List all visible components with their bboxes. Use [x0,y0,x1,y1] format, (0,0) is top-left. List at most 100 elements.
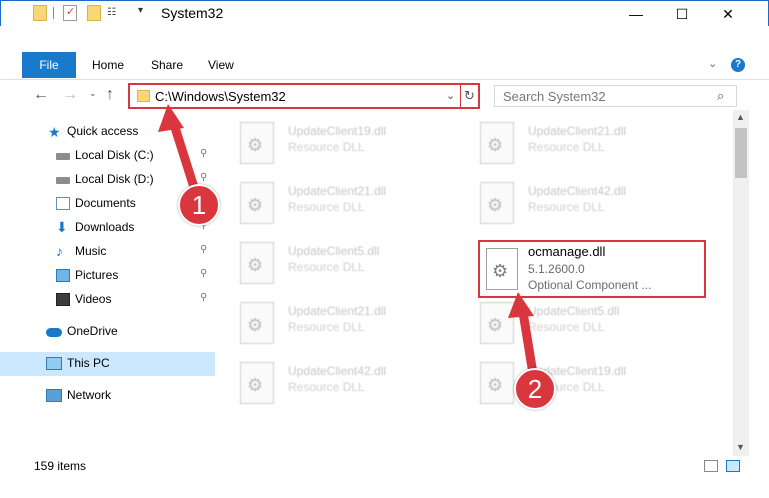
file-type: Resource DLL [528,140,605,154]
forward-arrow-icon[interactable]: → [62,86,78,104]
pin-icon[interactable]: ⚲ [200,172,207,183]
sidebar-item-videos[interactable]: Videos ⚲ [0,288,215,312]
file-item[interactable]: UpdateClient21.dll Resource DLL [220,296,450,352]
pin-icon[interactable]: ⚲ [200,244,207,255]
toolbar-divider [53,7,54,19]
properties-icon[interactable] [63,5,77,21]
dll-file-icon [240,302,274,344]
file-name: UpdateClient21.dll [288,184,387,198]
back-arrow-icon[interactable]: ← [33,86,49,104]
sidebar-item-music[interactable]: ♪ Music ⚲ [0,240,215,264]
scroll-thumb[interactable] [735,128,747,178]
highlighted-file-ocmanage[interactable]: ocmanage.dll 5.1.2600.0 Optional Compone… [478,240,706,298]
file-item[interactable]: UpdateClient42.dll Resource DLL [220,356,450,412]
search-placeholder: Search System32 [503,89,606,104]
dll-file-icon [480,182,514,224]
file-list: UpdateClient19.dll Resource DLL UpdateCl… [220,114,732,444]
large-icons-view-icon[interactable] [726,460,740,472]
sidebar-item-onedrive[interactable]: OneDrive [0,320,215,344]
details-view-icon[interactable] [704,460,718,472]
file-item[interactable]: UpdateClient19.dll Resource DLL [460,356,690,412]
file-item[interactable]: UpdateClient5.dll Resource DLL [460,296,690,352]
sidebar-item-label: Downloads [75,220,135,234]
address-divider [460,85,461,107]
maximize-button[interactable]: ☐ [659,1,705,27]
close-button[interactable]: ✕ [705,1,751,27]
sidebar-item-label: This PC [67,356,110,370]
tab-view[interactable]: View [208,52,234,78]
file-item[interactable]: UpdateClient21.dll Resource DLL [460,116,690,172]
minimize-button[interactable]: — [613,1,659,27]
sidebar-item-label: Videos [75,292,112,306]
pin-icon[interactable]: ⚲ [200,292,207,303]
sidebar-item-quick-access[interactable]: ★ Quick access [0,120,215,144]
file-name: UpdateClient5.dll [528,304,620,318]
scroll-down-icon[interactable]: ▼ [736,442,745,452]
refresh-icon[interactable]: ↻ [464,88,475,104]
videos-icon [56,293,70,306]
star-icon: ★ [48,124,61,140]
documents-icon [56,197,70,210]
expand-ribbon-icon[interactable]: ⌄ [708,57,717,70]
sidebar-item-label: Music [75,244,107,258]
file-item[interactable]: UpdateClient5.dll Resource DLL [220,236,450,292]
sidebar-item-local-disk-d[interactable]: Local Disk (D:) ⚲ [0,168,215,192]
file-name: UpdateClient42.dll [528,184,627,198]
file-type: Resource DLL [288,320,365,334]
status-bar: 159 items [0,456,769,478]
help-icon[interactable]: ? [731,58,745,72]
tab-share[interactable]: Share [151,52,183,78]
file-item[interactable]: UpdateClient19.dll Resource DLL [220,116,450,172]
folder-icon [137,90,150,102]
pictures-icon [56,269,70,282]
sidebar-item-downloads[interactable]: ⬇ Downloads ⚲ [0,216,215,240]
drive-icon [56,177,70,184]
step-1-badge: 1 [178,184,220,226]
new-folder-icon[interactable] [87,5,101,21]
downloads-icon: ⬇ [56,219,68,235]
file-item[interactable]: UpdateClient21.dll Resource DLL [220,176,450,232]
up-arrow-icon[interactable]: ↑ [106,86,114,104]
customize-toolbar-dropdown[interactable]: ▾ [138,5,143,16]
item-count: 159 items [34,459,87,473]
search-input[interactable]: Search System32 ⌕ [494,85,737,107]
file-name: UpdateClient19.dll [288,124,387,138]
view-options-icon[interactable]: ☷ [107,7,127,19]
pin-icon[interactable]: ⚲ [200,148,207,159]
file-item[interactable]: UpdateClient42.dll Resource DLL [460,176,690,232]
navigation-pane: ★ Quick access Local Disk (C:) ⚲ Local D… [0,114,215,444]
dll-file-icon [480,122,514,164]
window-title: System32 [161,5,224,21]
network-icon [46,389,62,402]
file-type: Resource DLL [288,200,365,214]
pin-icon[interactable]: ⚲ [200,268,207,279]
search-icon[interactable]: ⌕ [717,88,724,104]
vertical-scrollbar[interactable]: ▲ ▼ [733,110,749,456]
cloud-icon [46,328,62,337]
dll-file-icon [240,362,274,404]
sidebar-item-network[interactable]: Network [0,384,215,408]
dll-file-icon [480,362,514,404]
file-type: Resource DLL [288,140,365,154]
sidebar-item-pictures[interactable]: Pictures ⚲ [0,264,215,288]
navigation-row: ← → ⌄ ↑ C:\Windows\System32 ⌄ ↻ Search S… [0,82,769,110]
dll-file-icon [486,248,518,290]
dll-file-icon [240,242,274,284]
scroll-up-icon[interactable]: ▲ [736,112,745,122]
sidebar-item-label: Documents [75,196,136,210]
sidebar-item-label: Pictures [75,268,119,282]
tab-file[interactable]: File [22,52,76,78]
ribbon: File Home Share View ⌄ ? [0,52,769,80]
sidebar-item-label: Local Disk (C:) [75,148,154,162]
recent-locations-icon[interactable]: ⌄ [89,88,97,99]
address-path[interactable]: C:\Windows\System32 [155,89,286,104]
address-bar[interactable]: C:\Windows\System32 ⌄ ↻ [128,83,480,109]
step-2-badge: 2 [514,368,556,410]
sidebar-item-label: Local Disk (D:) [75,172,154,186]
sidebar-item-local-disk-c[interactable]: Local Disk (C:) ⚲ [0,144,215,168]
file-type: Resource DLL [528,200,605,214]
tab-home[interactable]: Home [92,52,124,78]
address-dropdown-icon[interactable]: ⌄ [446,89,455,102]
drive-icon [56,153,70,160]
sidebar-item-this-pc[interactable]: This PC [0,352,215,376]
